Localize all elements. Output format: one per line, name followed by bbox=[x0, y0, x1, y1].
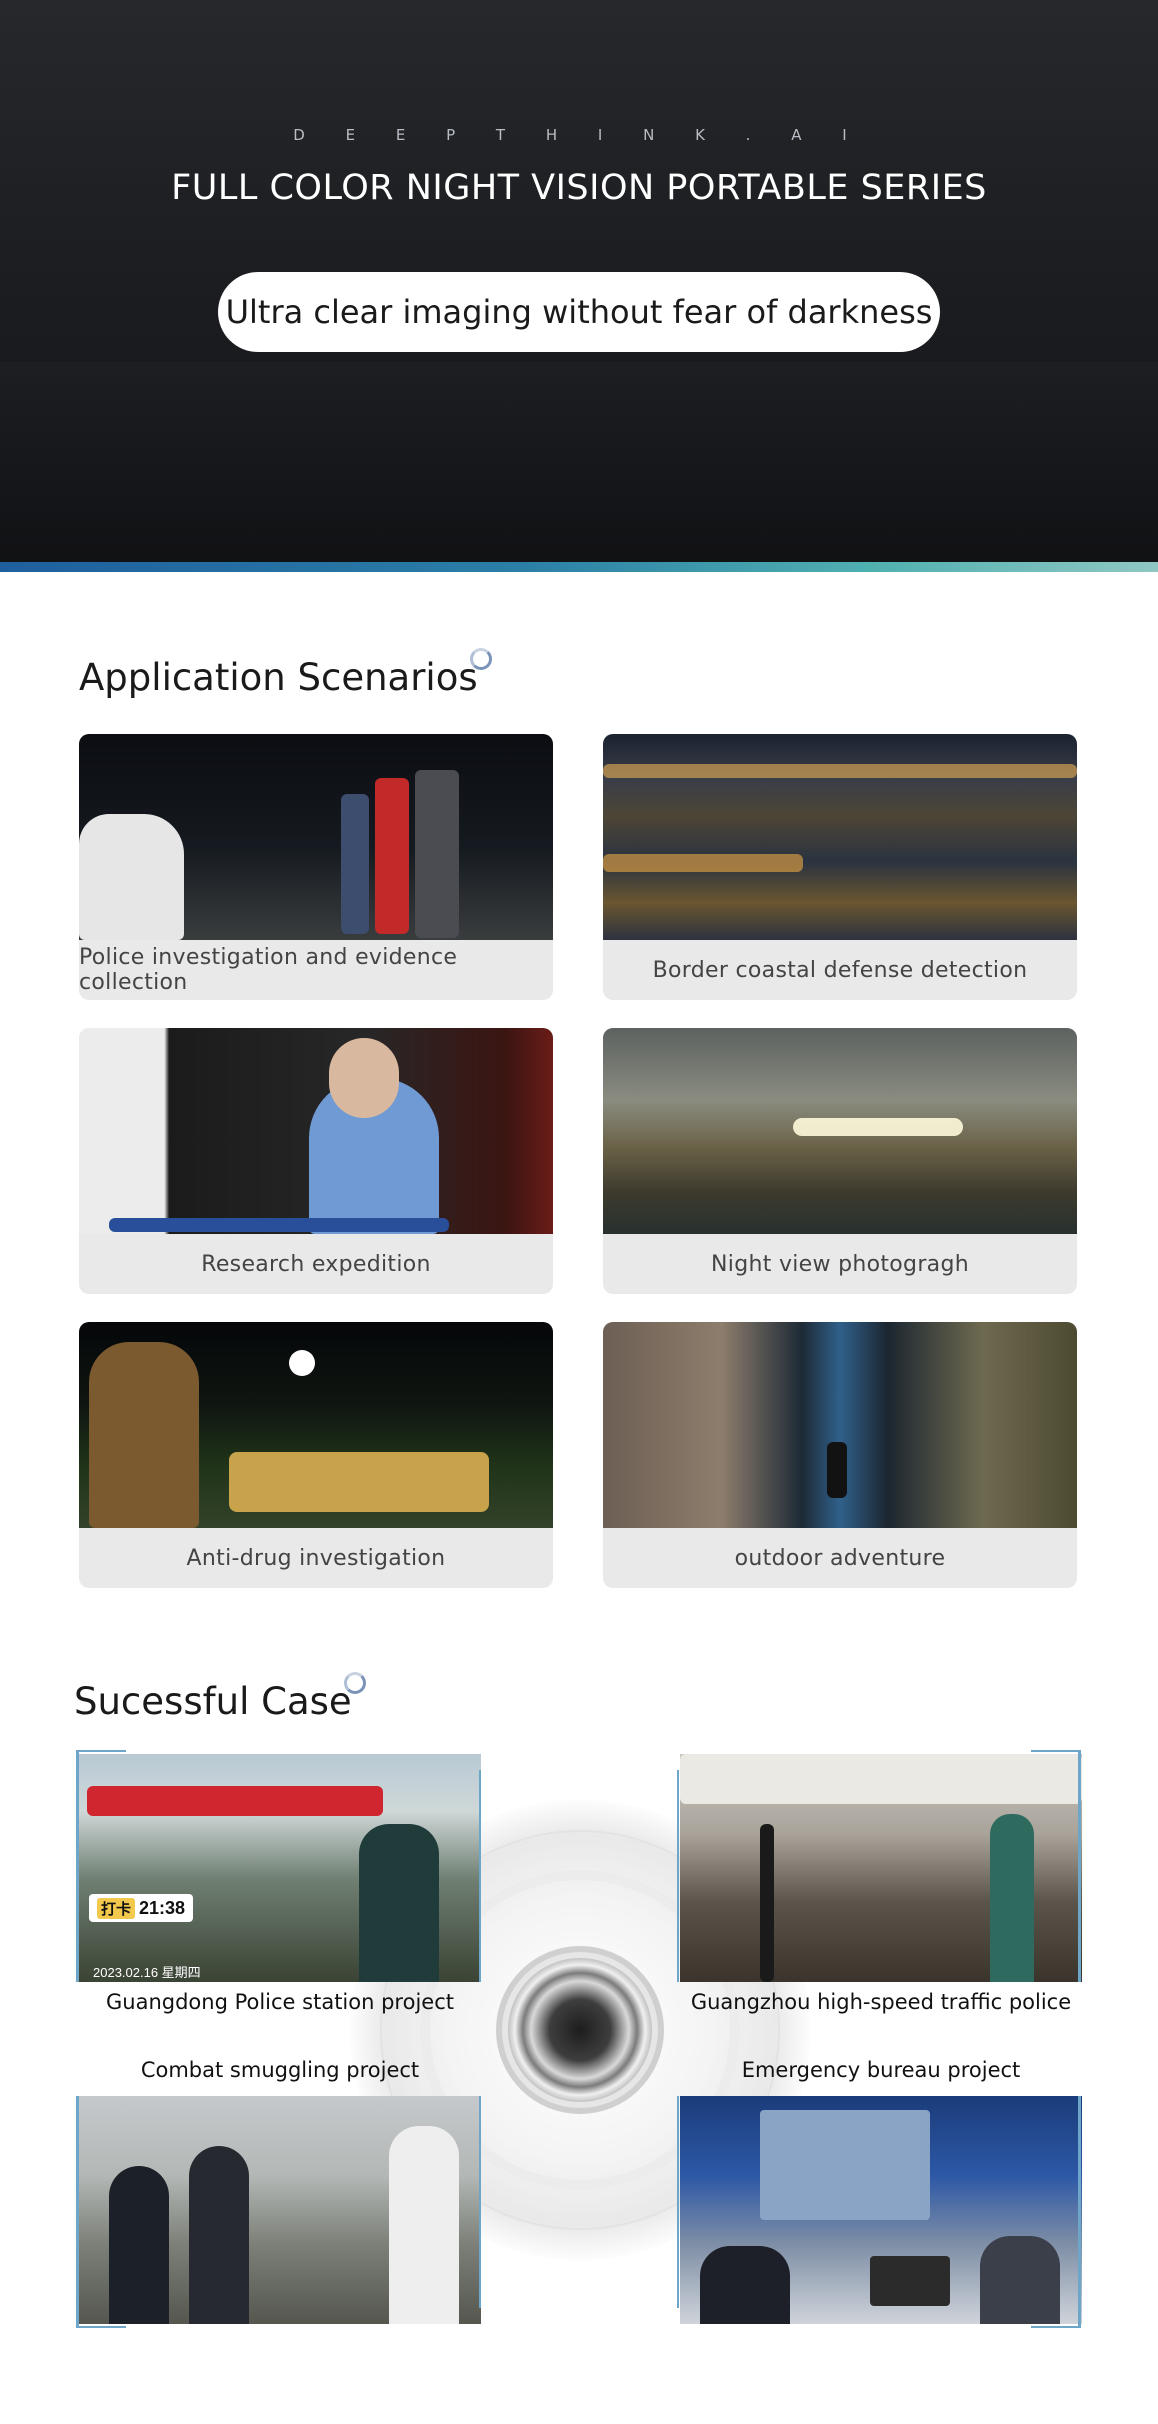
camera-lens-icon bbox=[508, 1958, 652, 2102]
case-label: Guangzhou high-speed traffic police bbox=[690, 1990, 1072, 2014]
hero-accent-stripe bbox=[0, 562, 1158, 572]
scenario-label: outdoor adventure bbox=[734, 1545, 946, 1571]
scenario-label: Police investigation and evidence collec… bbox=[79, 945, 458, 995]
frame-accent bbox=[76, 1750, 79, 1982]
case-photo-guangdong[interactable]: 打卡 21:38 2023.02.16 星期四 bbox=[79, 1754, 481, 1982]
scenario-card-police[interactable]: Police investigation and evidence collec… bbox=[79, 734, 553, 1000]
scenario-label: Research expedition bbox=[201, 1251, 431, 1277]
scenario-photo-anti-drug bbox=[79, 1322, 553, 1528]
scenario-photo-research bbox=[79, 1028, 553, 1234]
loading-ring-icon bbox=[470, 648, 492, 670]
checkin-time: 21:38 bbox=[139, 1897, 186, 1918]
scenario-card-night-view[interactable]: Night view photogragh bbox=[603, 1028, 1077, 1294]
scenario-photo-night-view bbox=[603, 1028, 1077, 1234]
brand-wordmark: D E E P T H I N K . A I bbox=[293, 126, 865, 144]
scenario-label: Border coastal defense detection bbox=[652, 957, 1028, 983]
case-photo-smuggling[interactable] bbox=[79, 2096, 481, 2324]
frame-accent bbox=[479, 2096, 481, 2308]
scenarios-title: Application Scenarios bbox=[79, 656, 478, 699]
checkin-badge: 打卡 21:38 bbox=[89, 1894, 194, 1922]
hero-banner: D E E P T H I N K . A I FULL COLOR NIGHT… bbox=[0, 0, 1158, 562]
hero-title: FULL COLOR NIGHT VISION PORTABLE SERIES bbox=[171, 168, 987, 208]
frame-accent bbox=[677, 1770, 679, 1982]
scenario-label: Night view photogragh bbox=[711, 1251, 969, 1277]
loading-ring-icon bbox=[344, 1672, 366, 1694]
frame-accent bbox=[76, 1750, 126, 1752]
scenario-card-anti-drug[interactable]: Anti-drug investigation bbox=[79, 1322, 553, 1588]
case-label: Emergency bureau project bbox=[741, 2058, 1021, 2082]
frame-accent bbox=[479, 1770, 481, 1982]
checkin-tag: 打卡 bbox=[97, 1897, 136, 1919]
frame-accent bbox=[1031, 2326, 1081, 2328]
scenario-photo-police bbox=[79, 734, 553, 940]
frame-accent bbox=[677, 2096, 679, 2308]
cases-title: Sucessful Case bbox=[74, 1680, 352, 1723]
scenario-card-border[interactable]: Border coastal defense detection bbox=[603, 734, 1077, 1000]
hero-tagline-pill: Ultra clear imaging without fear of dark… bbox=[218, 272, 940, 352]
scenario-card-research[interactable]: Research expedition bbox=[79, 1028, 553, 1294]
frame-accent bbox=[76, 2096, 79, 2328]
case-photo-emergency[interactable] bbox=[680, 2096, 1082, 2324]
scenario-label: Anti-drug investigation bbox=[186, 1545, 446, 1571]
scenario-photo-outdoor bbox=[603, 1322, 1077, 1528]
frame-accent bbox=[1078, 1750, 1081, 1982]
frame-accent bbox=[1031, 1750, 1081, 1752]
frame-accent bbox=[1078, 2096, 1081, 2328]
case-photo-guangzhou[interactable] bbox=[680, 1754, 1082, 1982]
case-label: Combat smuggling project bbox=[140, 2058, 420, 2082]
scenario-photo-border bbox=[603, 734, 1077, 940]
scenario-card-outdoor[interactable]: outdoor adventure bbox=[603, 1322, 1077, 1588]
case-label: Guangdong Police station project bbox=[106, 1990, 454, 2014]
photo-date: 2023.02.16 星期四 bbox=[93, 1965, 201, 1980]
frame-accent bbox=[76, 2326, 126, 2328]
